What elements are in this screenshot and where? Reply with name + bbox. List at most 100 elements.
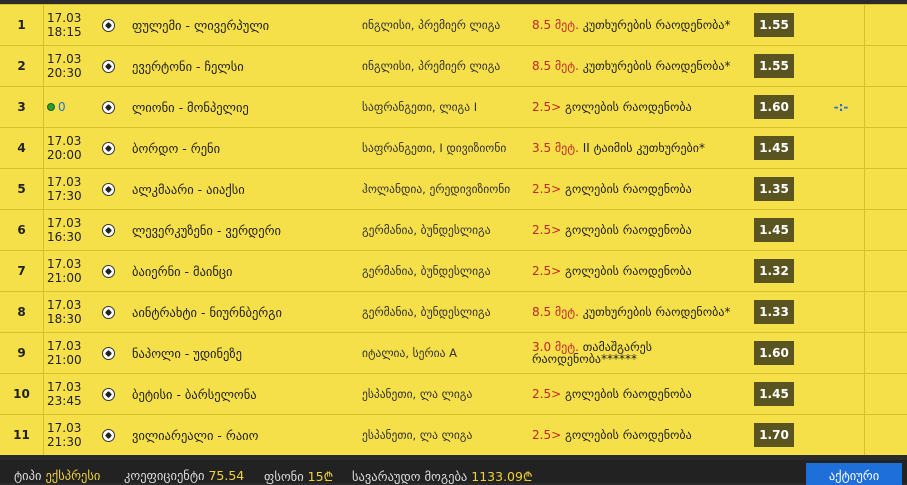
match-time: 17:30: [47, 189, 82, 203]
bet-line: 3.5 მეტ.: [532, 141, 579, 155]
league-name: ინგლისი, პრემიერ ლიგა: [362, 18, 501, 32]
row-end-cell: [864, 87, 907, 127]
match-date: 17.03: [47, 421, 82, 435]
table-row[interactable]: 9 17.03 21:00 ნაპოლი - უდინეზე იტალია, სე…: [0, 332, 907, 373]
match-date: 17.03: [47, 175, 82, 189]
odd-cell[interactable]: 1.60: [754, 87, 794, 127]
match-datetime: 17.03 17:30: [44, 169, 92, 209]
bet-line: 2.5>: [532, 223, 562, 237]
match-datetime: 17.03 21:00: [44, 251, 92, 291]
type-value: ექსპრესი: [45, 468, 101, 483]
bet-line: 2.5>: [532, 428, 562, 442]
soccer-ball-icon: [98, 292, 118, 332]
odd-value[interactable]: 1.60: [754, 95, 794, 119]
table-row[interactable]: 10 17.03 23:45 ბეტისი - ბარსელონა ესპანეთ…: [0, 373, 907, 414]
odd-value[interactable]: 1.45: [754, 218, 794, 242]
row-end-cell: [864, 128, 907, 168]
row-end-cell: [864, 210, 907, 250]
odd-value[interactable]: 1.45: [754, 382, 794, 406]
league-name: საფრანგეთი, I დივიზიონი: [362, 141, 507, 155]
bet-description: კუთხურების რაოდენობა*: [578, 18, 731, 32]
odd-value[interactable]: 1.55: [754, 13, 794, 37]
match-time: 21:00: [47, 353, 82, 367]
league-name: გერმანია, ბუნდესლიგა: [362, 223, 491, 237]
bet-description: კუთხურების რაოდენობა*: [578, 59, 731, 73]
soccer-ball-icon: [98, 251, 118, 291]
match-name[interactable]: ფულემი - ლივერპული: [132, 5, 357, 45]
odd-value[interactable]: 1.60: [754, 341, 794, 365]
league-name: ესპანეთი, ლა ლიგა: [362, 387, 473, 401]
match-name[interactable]: ბაიერნი - მაინცი: [132, 251, 357, 291]
table-row[interactable]: 11 17.03 21:30 ვილიარეალი - რაიო ესპანეთი…: [0, 414, 907, 455]
row-number: 7: [0, 251, 44, 291]
odd-value[interactable]: 1.32: [754, 259, 794, 283]
bet-type: 2.5> გოლების რაოდენობა: [532, 169, 747, 209]
odd-cell[interactable]: 1.70: [754, 415, 794, 455]
match-name[interactable]: ბეტისი - ბარსელონა: [132, 374, 357, 414]
match-time: 21:30: [47, 435, 82, 449]
bet-line: 2.5>: [532, 264, 562, 278]
row-number: 5: [0, 169, 44, 209]
odd-cell[interactable]: 1.60: [754, 333, 794, 373]
odd-value[interactable]: 1.33: [754, 300, 794, 324]
table-row[interactable]: 8 17.03 18:30 აინტრახტი - ნიურნბერგი გერმ…: [0, 291, 907, 332]
bet-line: 2.5>: [532, 182, 562, 196]
live-score-extra: [818, 292, 864, 332]
table-row[interactable]: 5 17.03 17:30 ალკმაარი - აიაქსი ჰოლანდია,…: [0, 168, 907, 209]
table-row[interactable]: 1 17.03 18:15 ფულემი - ლივერპული ინგლისი,…: [0, 4, 907, 45]
row-number: 4: [0, 128, 44, 168]
bet-type: 2.5> გოლების რაოდენობა: [532, 415, 747, 455]
match-time: 16:30: [47, 230, 82, 244]
odd-cell[interactable]: 1.33: [754, 292, 794, 332]
odd-cell[interactable]: 1.32: [754, 251, 794, 291]
match-name[interactable]: ლევერკუზენი - ვერდერი: [132, 210, 357, 250]
match-date: 17.03: [47, 216, 82, 230]
table-row[interactable]: 7 17.03 21:00 ბაიერნი - მაინცი გერმანია, …: [0, 250, 907, 291]
odd-cell[interactable]: 1.35: [754, 169, 794, 209]
row-number: 8: [0, 292, 44, 332]
match-name[interactable]: ალკმაარი - აიაქსი: [132, 169, 357, 209]
match-date: 17.03: [47, 257, 82, 271]
odd-cell[interactable]: 1.55: [754, 5, 794, 45]
odd-cell[interactable]: 1.45: [754, 374, 794, 414]
match-time: 18:15: [47, 25, 82, 39]
bet-type: 2.5> გოლების რაოდენობა: [532, 87, 747, 127]
table-row[interactable]: 6 17.03 16:30 ლევერკუზენი - ვერდერი გერმა…: [0, 209, 907, 250]
odd-cell[interactable]: 1.45: [754, 210, 794, 250]
active-button[interactable]: აქტიური: [806, 463, 902, 485]
match-name[interactable]: აინტრახტი - ნიურნბერგი: [132, 292, 357, 332]
table-row[interactable]: 2 17.03 20:30 ევერტონი - ჩელსი ინგლისი, პ…: [0, 45, 907, 86]
live-score-extra: [818, 5, 864, 45]
soccer-ball-icon: [98, 210, 118, 250]
live-dot-icon: [47, 103, 55, 111]
match-datetime: 17.03 18:15: [44, 5, 92, 45]
soccer-ball-icon: [98, 87, 118, 127]
bet-line: 8.5 მეტ.: [532, 305, 579, 319]
odd-value[interactable]: 1.35: [754, 177, 794, 201]
match-name[interactable]: ნაპოლი - უდინეზე: [132, 333, 357, 373]
match-time: 20:00: [47, 148, 82, 162]
bet-line: 2.5>: [532, 387, 562, 401]
bet-type: 3.5 მეტ. II ტაიმის კუთხურები*: [532, 128, 747, 168]
match-datetime: 17.03 20:30: [44, 46, 92, 86]
soccer-ball-icon: [98, 169, 118, 209]
match-name[interactable]: ვილიარეალი - რაიო: [132, 415, 357, 455]
odd-cell[interactable]: 1.55: [754, 46, 794, 86]
odd-value[interactable]: 1.70: [754, 423, 794, 447]
match-name[interactable]: ევერტონი - ჩელსი: [132, 46, 357, 86]
bet-type: 2.5> გოლების რაოდენობა: [532, 210, 747, 250]
bet-description: კუთხურების რაოდენობა*: [578, 305, 731, 319]
odd-cell[interactable]: 1.45: [754, 128, 794, 168]
stake-value: 15₾: [307, 469, 334, 484]
odd-value[interactable]: 1.55: [754, 54, 794, 78]
table-row[interactable]: 4 17.03 20:00 ბორდო - რენი საფრანგეთი, I …: [0, 127, 907, 168]
match-name[interactable]: ლიონი - მონპელიე: [132, 87, 357, 127]
row-end-cell: [864, 415, 907, 455]
table-row[interactable]: 3 0 ლიონი - მონპელიე საფრანგეთი, ლიგა I …: [0, 86, 907, 127]
odd-value[interactable]: 1.45: [754, 136, 794, 160]
stake-label: ფსონი: [264, 469, 304, 484]
match-name[interactable]: ბორდო - რენი: [132, 128, 357, 168]
soccer-ball-icon: [98, 374, 118, 414]
live-score-extra: [818, 374, 864, 414]
live-score-extra: [818, 251, 864, 291]
